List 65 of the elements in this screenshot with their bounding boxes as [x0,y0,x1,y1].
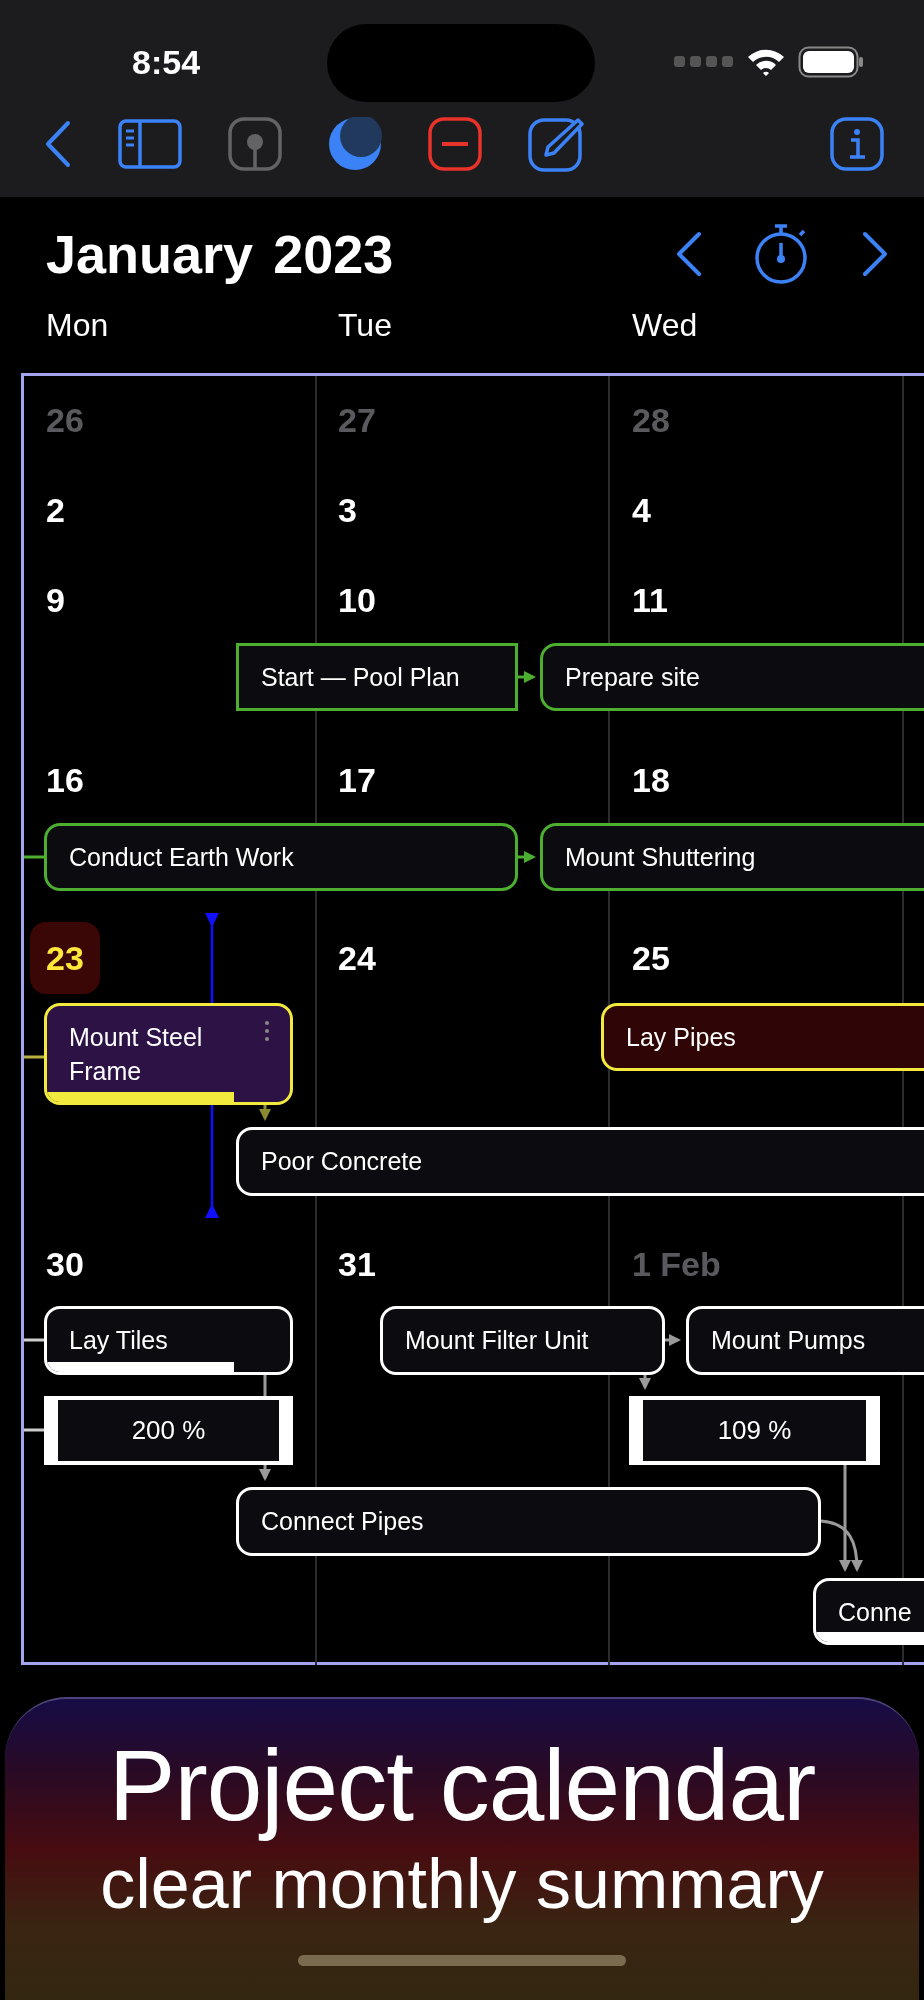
more-icon[interactable] [264,1020,270,1042]
wifi-icon [746,47,786,77]
signal-icon [674,56,734,68]
stopwatch-icon[interactable] [754,223,810,285]
load-indicator[interactable]: 109 % [629,1396,880,1465]
moon-icon[interactable] [328,116,382,171]
minus-icon[interactable] [428,116,482,171]
weekday-label: Wed [632,307,698,344]
day-number: 9 [45,580,66,621]
day-number: 27 [337,400,377,441]
day-number: 17 [337,760,377,801]
day-number: 4 [631,490,652,531]
status-time: 8:54 [132,42,201,82]
battery-icon [798,46,864,78]
connector-line [24,1338,44,1342]
day-number: 10 [337,580,377,621]
month-title: January [46,223,254,285]
day-number: 11 [631,580,669,621]
task-bar[interactable]: Mount Filter Unit [380,1306,665,1375]
banner-subtitle: clear monthly summary [100,1844,824,1925]
compose-icon[interactable] [528,115,584,172]
previous-icon[interactable] [676,231,702,277]
sidebar-icon[interactable] [118,118,182,169]
keyhole-icon[interactable] [228,116,282,171]
task-bar[interactable]: Connect Pipes [236,1487,821,1556]
task-bar[interactable]: Mount Pumps [686,1306,924,1375]
weekday-label: Tue [338,307,392,344]
banner-title: Project calendar [108,1729,816,1841]
day-number: 3 [337,490,358,531]
day-number: 16 [45,760,85,801]
task-bar[interactable]: Mount Steel Frame [44,1003,293,1105]
connector-line [24,1055,44,1059]
connector-arrow [259,1105,271,1121]
task-bar[interactable]: Poor Concrete [236,1127,924,1196]
day-number: 26 [45,400,85,441]
day-number: 28 [631,400,671,441]
connector-line [263,1375,267,1396]
today-badge: 23 [30,922,100,994]
day-number: 31 [337,1244,377,1285]
connector-line [24,1428,44,1432]
task-bar[interactable]: Conne [813,1578,924,1645]
connector-line [24,855,44,859]
connector-arrow [259,1465,271,1481]
year-title: 2023 [273,223,394,285]
connector-arrow [518,671,536,683]
load-indicator[interactable]: 200 % [44,1396,293,1465]
back-icon[interactable] [44,119,72,168]
task-bar[interactable]: Mount Shuttering [540,823,924,891]
task-bar[interactable]: Conduct Earth Work [44,823,518,891]
next-icon[interactable] [862,231,888,277]
task-bar[interactable]: Lay Tiles [44,1306,293,1375]
weekday-label: Mon [46,307,109,344]
task-bar[interactable]: Lay Pipes [601,1003,924,1071]
info-icon[interactable] [830,116,884,171]
task-bar[interactable]: Prepare site [540,643,924,711]
connector-arrow [665,1334,681,1346]
day-number: 30 [45,1244,85,1285]
day-number: 2 [45,490,66,531]
day-number: 18 [631,760,671,801]
connector-arrow [518,851,536,863]
task-bar[interactable]: Start — Pool Plan [236,643,518,711]
day-number: 25 [631,938,671,979]
day-number: 1 Feb [631,1244,722,1285]
connector-arrow [639,1375,651,1390]
day-number: 24 [337,938,377,979]
